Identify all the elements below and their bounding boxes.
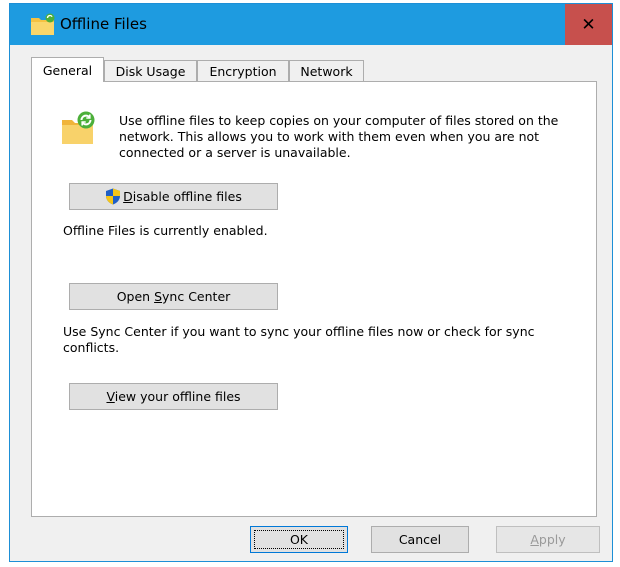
close-icon: ✕ — [581, 14, 596, 35]
sync-center-description: Use Sync Center if you want to sync your… — [63, 324, 535, 355]
title-bar[interactable]: Offline Files ✕ — [10, 4, 612, 45]
offline-files-dialog: Offline Files ✕ General Disk Usage Encry… — [9, 3, 613, 562]
disable-offline-files-label: Disable offline files — [123, 189, 242, 204]
apply-button[interactable]: Apply — [496, 526, 600, 553]
view-offline-files-button[interactable]: View your offline files — [69, 383, 278, 410]
disable-offline-files-button[interactable]: Disable offline files — [69, 183, 278, 210]
tab-general-label: General — [42, 62, 93, 78]
offline-files-sync-folder-icon — [62, 111, 95, 144]
offline-files-folder-icon — [31, 13, 55, 35]
tab-network-label: Network — [300, 64, 353, 79]
tab-general[interactable]: General — [31, 57, 104, 82]
ok-label: OK — [254, 530, 344, 549]
offline-files-status: Offline Files is currently enabled. — [63, 223, 268, 238]
cancel-label: Cancel — [398, 532, 442, 547]
apply-label: Apply — [530, 532, 566, 547]
close-button[interactable]: ✕ — [565, 4, 612, 45]
uac-shield-icon — [106, 188, 121, 205]
open-sync-center-button[interactable]: Open Sync Center — [69, 283, 278, 310]
tab-disk-usage[interactable]: Disk Usage — [104, 60, 197, 82]
tab-encryption-label: Encryption — [209, 64, 277, 79]
general-tab-panel: Use offline files to keep copies on your… — [31, 81, 597, 517]
tab-disk-usage-label: Disk Usage — [115, 64, 186, 79]
ok-button[interactable]: OK — [250, 526, 348, 553]
window-title: Offline Files — [60, 15, 147, 33]
tab-encryption[interactable]: Encryption — [197, 60, 289, 82]
open-sync-center-label: Open Sync Center — [116, 289, 231, 304]
cancel-button[interactable]: Cancel — [371, 526, 469, 553]
view-offline-files-label: View your offline files — [106, 389, 241, 404]
intro-text: Use offline files to keep copies on your… — [119, 113, 559, 160]
tab-network[interactable]: Network — [289, 60, 364, 82]
